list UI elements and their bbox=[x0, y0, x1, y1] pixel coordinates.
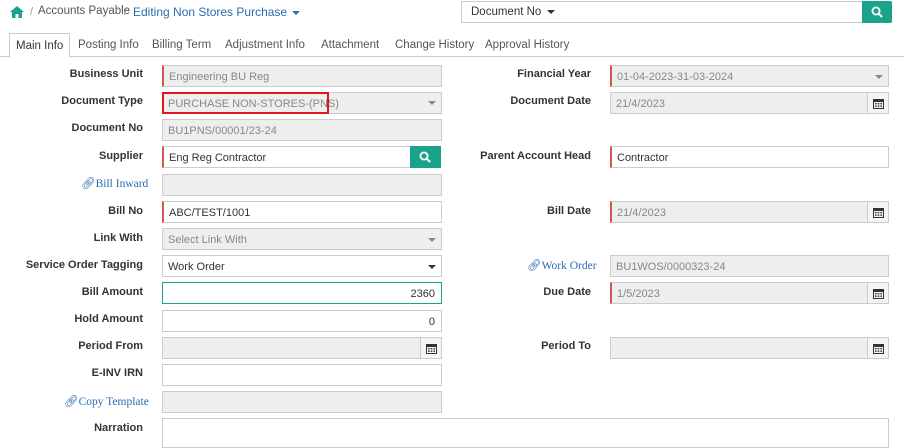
bill-date-label: Bill Date bbox=[546, 205, 591, 217]
document-date-label: Document Date bbox=[510, 95, 591, 107]
link-with-label: Link With bbox=[93, 232, 143, 244]
calendar-icon bbox=[426, 344, 437, 354]
service-order-tagging-select[interactable]: Work Order bbox=[162, 255, 442, 277]
caret-down-icon bbox=[546, 9, 555, 14]
bill-no-input[interactable]: ABC/TEST/1001 bbox=[162, 201, 442, 223]
period-to-label: Period To bbox=[541, 340, 591, 352]
bill-no-label: Bill No bbox=[108, 205, 143, 217]
work-order-field[interactable]: BU1WOS/0000323-24 bbox=[610, 255, 889, 277]
due-date-input[interactable]: 1/5/2023 bbox=[610, 282, 868, 304]
calendar-icon bbox=[873, 344, 884, 354]
supplier-label: Supplier bbox=[98, 150, 143, 162]
due-date-calendar-button[interactable] bbox=[867, 282, 889, 304]
hold-amount-input[interactable]: 0 bbox=[162, 310, 442, 332]
chevron-down-icon bbox=[875, 75, 883, 79]
period-from-input[interactable] bbox=[162, 337, 421, 359]
hold-amount-label: Hold Amount bbox=[74, 313, 143, 325]
bill-amount-input[interactable]: 2360 bbox=[162, 282, 442, 304]
search-icon bbox=[419, 151, 431, 163]
copy-template-link[interactable]: 🔗︎Copy Template bbox=[64, 394, 149, 408]
search-icon bbox=[871, 6, 883, 18]
copy-template-field[interactable] bbox=[162, 391, 442, 413]
breadcrumb-current[interactable]: Editing Non Stores Purchase bbox=[133, 5, 301, 19]
chevron-down-icon bbox=[428, 101, 436, 105]
due-date-label: Due Date bbox=[543, 286, 591, 298]
home-icon[interactable] bbox=[9, 5, 25, 19]
tab-bar: Main Info Posting Info Billing Term Adju… bbox=[0, 33, 904, 58]
einv-irn-label: E-INV IRN bbox=[91, 367, 143, 379]
document-type-selector[interactable]: Document No bbox=[461, 1, 558, 23]
link-icon: 🔗︎ bbox=[81, 178, 96, 190]
business-unit-label: Business Unit bbox=[69, 68, 143, 80]
parent-account-head-input[interactable]: Contractor bbox=[610, 146, 889, 168]
calendar-icon bbox=[873, 289, 884, 299]
einv-irn-input[interactable] bbox=[162, 364, 442, 386]
supplier-search-button[interactable] bbox=[410, 146, 441, 168]
narration-textarea[interactable] bbox=[162, 418, 889, 448]
top-search-button[interactable] bbox=[862, 1, 892, 23]
bill-date-calendar-button[interactable] bbox=[867, 201, 889, 223]
period-to-input[interactable] bbox=[610, 337, 868, 359]
document-no-label: Document No bbox=[71, 122, 144, 134]
top-search-input[interactable] bbox=[557, 1, 863, 23]
period-from-calendar-button[interactable] bbox=[420, 337, 442, 359]
document-type-highlight bbox=[162, 92, 329, 114]
caret-down-icon bbox=[292, 10, 301, 15]
tab-adjustment-info[interactable]: Adjustment Info bbox=[225, 33, 305, 57]
calendar-icon bbox=[873, 99, 884, 109]
link-icon: 🔗︎ bbox=[64, 396, 79, 408]
financial-year-select[interactable]: 01-04-2023-31-03-2024 bbox=[610, 65, 889, 87]
document-date-calendar-button[interactable] bbox=[867, 92, 889, 114]
tab-posting-info[interactable]: Posting Info bbox=[78, 33, 139, 57]
breadcrumb-separator: / bbox=[30, 6, 34, 18]
chevron-down-icon bbox=[428, 238, 436, 242]
business-unit-field[interactable]: Engineering BU Reg bbox=[162, 65, 442, 87]
supplier-input[interactable]: Eng Reg Contractor bbox=[162, 146, 411, 168]
tab-attachment[interactable]: Attachment bbox=[321, 33, 379, 57]
tab-approval-history[interactable]: Approval History bbox=[485, 33, 569, 57]
document-no-field[interactable]: BU1PNS/00001/23-24 bbox=[162, 119, 442, 141]
document-type-label: Document Type bbox=[61, 95, 143, 107]
bill-inward-field[interactable] bbox=[162, 174, 442, 196]
calendar-icon bbox=[873, 208, 884, 218]
tab-billing-term[interactable]: Billing Term bbox=[152, 33, 211, 57]
chevron-down-icon bbox=[428, 265, 436, 269]
financial-year-label: Financial Year bbox=[517, 68, 591, 80]
period-to-calendar-button[interactable] bbox=[867, 337, 889, 359]
period-from-label: Period From bbox=[78, 340, 143, 352]
top-bar: / Accounts Payable / Editing Non Stores … bbox=[0, 0, 904, 27]
breadcrumb-separator: / bbox=[124, 6, 128, 18]
link-icon: 🔗︎ bbox=[527, 260, 542, 272]
link-with-select[interactable]: Select Link With bbox=[162, 228, 442, 250]
document-date-input[interactable]: 21/4/2023 bbox=[610, 92, 868, 114]
bill-date-input[interactable]: 21/4/2023 bbox=[610, 201, 868, 223]
bill-amount-label: Bill Amount bbox=[81, 286, 143, 298]
narration-label: Narration bbox=[94, 422, 143, 434]
tab-change-history[interactable]: Change History bbox=[395, 33, 474, 57]
breadcrumb-accounts-payable[interactable]: Accounts Payable bbox=[38, 5, 130, 17]
bill-inward-link[interactable]: 🔗︎Bill Inward bbox=[81, 176, 148, 190]
tab-main-info[interactable]: Main Info bbox=[9, 33, 71, 58]
service-order-tagging-label: Service Order Tagging bbox=[25, 259, 143, 271]
parent-account-head-label: Parent Account Head bbox=[480, 150, 591, 162]
work-order-link[interactable]: 🔗︎Work Order bbox=[527, 258, 597, 272]
